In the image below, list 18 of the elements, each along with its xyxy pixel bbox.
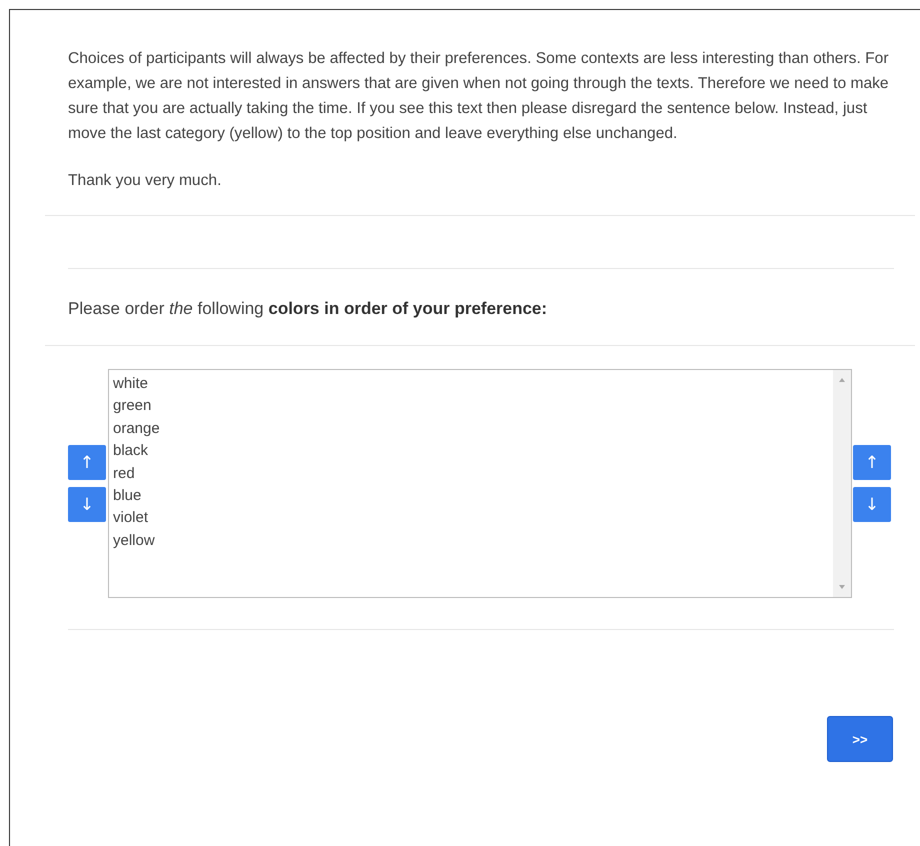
list-option[interactable]: black: [113, 440, 148, 463]
arrow-button[interactable]: ↑: [853, 445, 891, 480]
arrow-button[interactable]: ↓: [853, 487, 891, 522]
list-option[interactable]: white: [113, 373, 148, 396]
list-option[interactable]: yellow: [113, 530, 155, 552]
ranking-listbox[interactable]: white green orange black red blue violet yellow: [108, 369, 852, 598]
instruction-paragraph: Thank you very much.: [68, 171, 222, 191]
question-text: Please order the following colors in order of your preference:: [68, 299, 548, 318]
list-option[interactable]: blue: [113, 485, 142, 508]
list-option[interactable]: orange: [113, 418, 160, 440]
list-option[interactable]: red: [113, 462, 135, 486]
arrow-button[interactable]: ↓: [68, 487, 106, 522]
list-option[interactable]: green: [113, 395, 152, 418]
arrow-button[interactable]: ↑: [68, 445, 106, 480]
scrollbar-icon[interactable]: [833, 370, 851, 597]
list-option[interactable]: violet: [113, 507, 148, 530]
next-button[interactable]: >>: [827, 716, 893, 762]
instruction-paragraph: Choices of participants will always be affected by their preferences. Some contexts are less interesting than others. For example, we are not interested in answers that are given when not going through the texts. Therefore we need to make sure that you are actually taking the time. If you see this text then please disregard the sentence below. Instead, just move the last category (yellow) to the top position and leave everything else unchanged.: [68, 49, 890, 144]
